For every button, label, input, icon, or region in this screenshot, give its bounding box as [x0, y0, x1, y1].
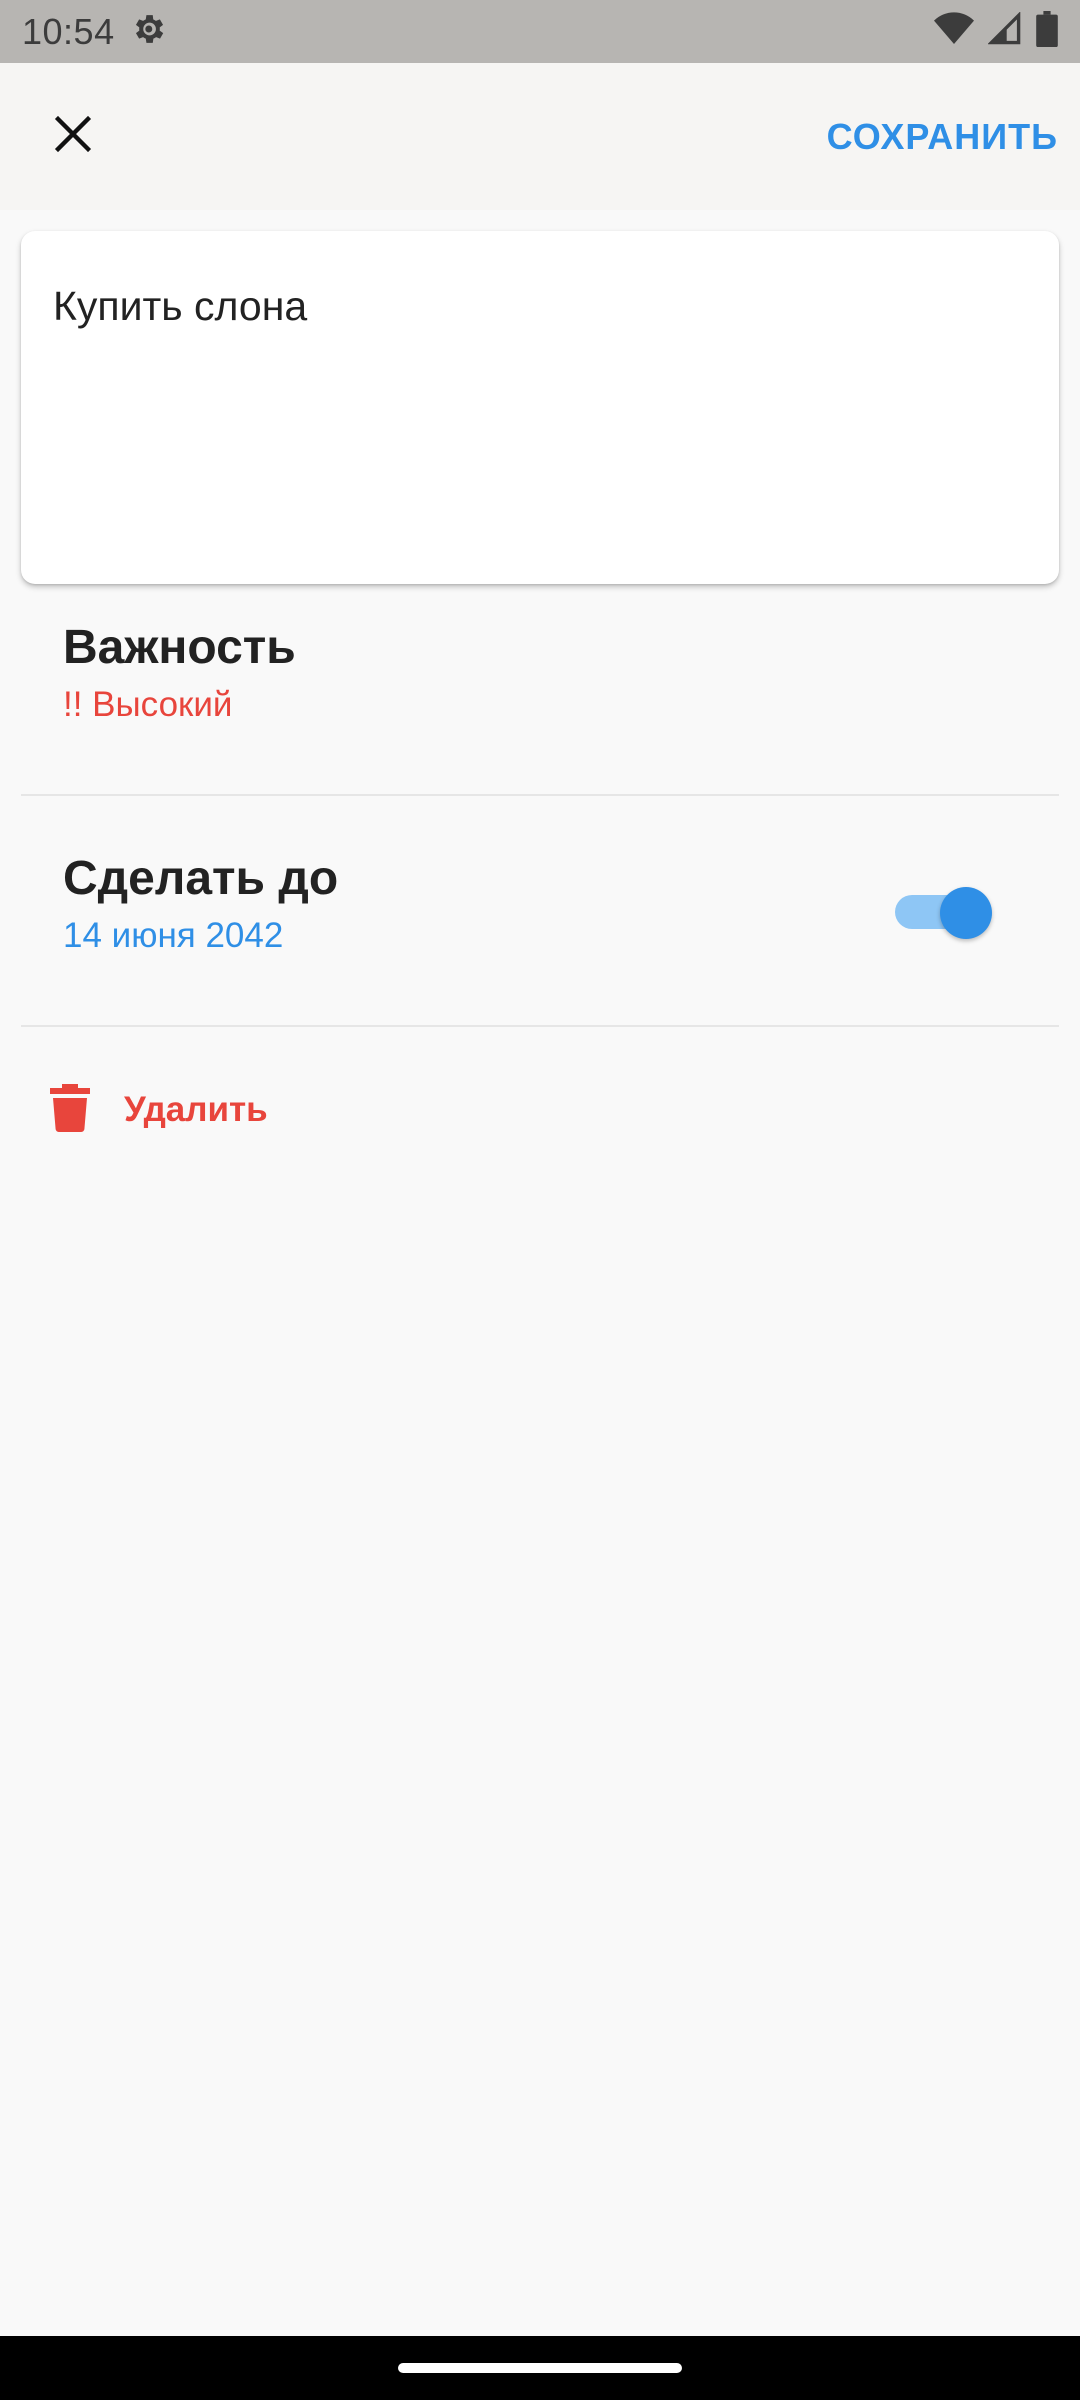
- task-text-input[interactable]: Купить слона: [53, 283, 1023, 330]
- home-gesture-handle[interactable]: [398, 2363, 682, 2373]
- status-bar: 10:54: [0, 0, 1080, 63]
- divider: [21, 1025, 1059, 1027]
- save-button[interactable]: СОХРАНИТЬ: [827, 116, 1058, 158]
- divider: [21, 794, 1059, 796]
- delete-label: Удалить: [124, 1090, 268, 1129]
- importance-title: Важность: [63, 621, 296, 674]
- signal-icon: [987, 11, 1022, 51]
- deadline-date[interactable]: 14 июня 2042: [63, 916, 663, 956]
- importance-selector[interactable]: Важность !! Высокий: [63, 620, 1013, 725]
- top-app-bar: СОХРАНИТЬ: [0, 63, 1080, 210]
- delete-button[interactable]: Удалить: [50, 1080, 268, 1140]
- status-right: [934, 11, 1058, 52]
- deadline-title: Сделать до: [63, 852, 339, 905]
- deadline-toggle[interactable]: [895, 885, 995, 939]
- task-edit-screen: 10:54 СОХРАНИТЬ Купить слона Важность !!…: [0, 0, 1080, 2400]
- system-nav-bar: [0, 2336, 1080, 2400]
- close-button[interactable]: [25, 89, 121, 185]
- status-time: 10:54: [22, 10, 115, 52]
- wifi-icon: [934, 12, 974, 51]
- deadline-section: Сделать до 14 июня 2042: [63, 851, 663, 956]
- toggle-thumb: [940, 887, 992, 939]
- status-left: 10:54: [22, 10, 167, 53]
- settings-icon: [129, 10, 167, 53]
- trash-icon: [50, 1083, 90, 1137]
- close-icon: [53, 114, 93, 159]
- task-text-card[interactable]: Купить слона: [21, 231, 1059, 584]
- importance-value: !! Высокий: [63, 685, 233, 724]
- battery-icon: [1036, 11, 1058, 52]
